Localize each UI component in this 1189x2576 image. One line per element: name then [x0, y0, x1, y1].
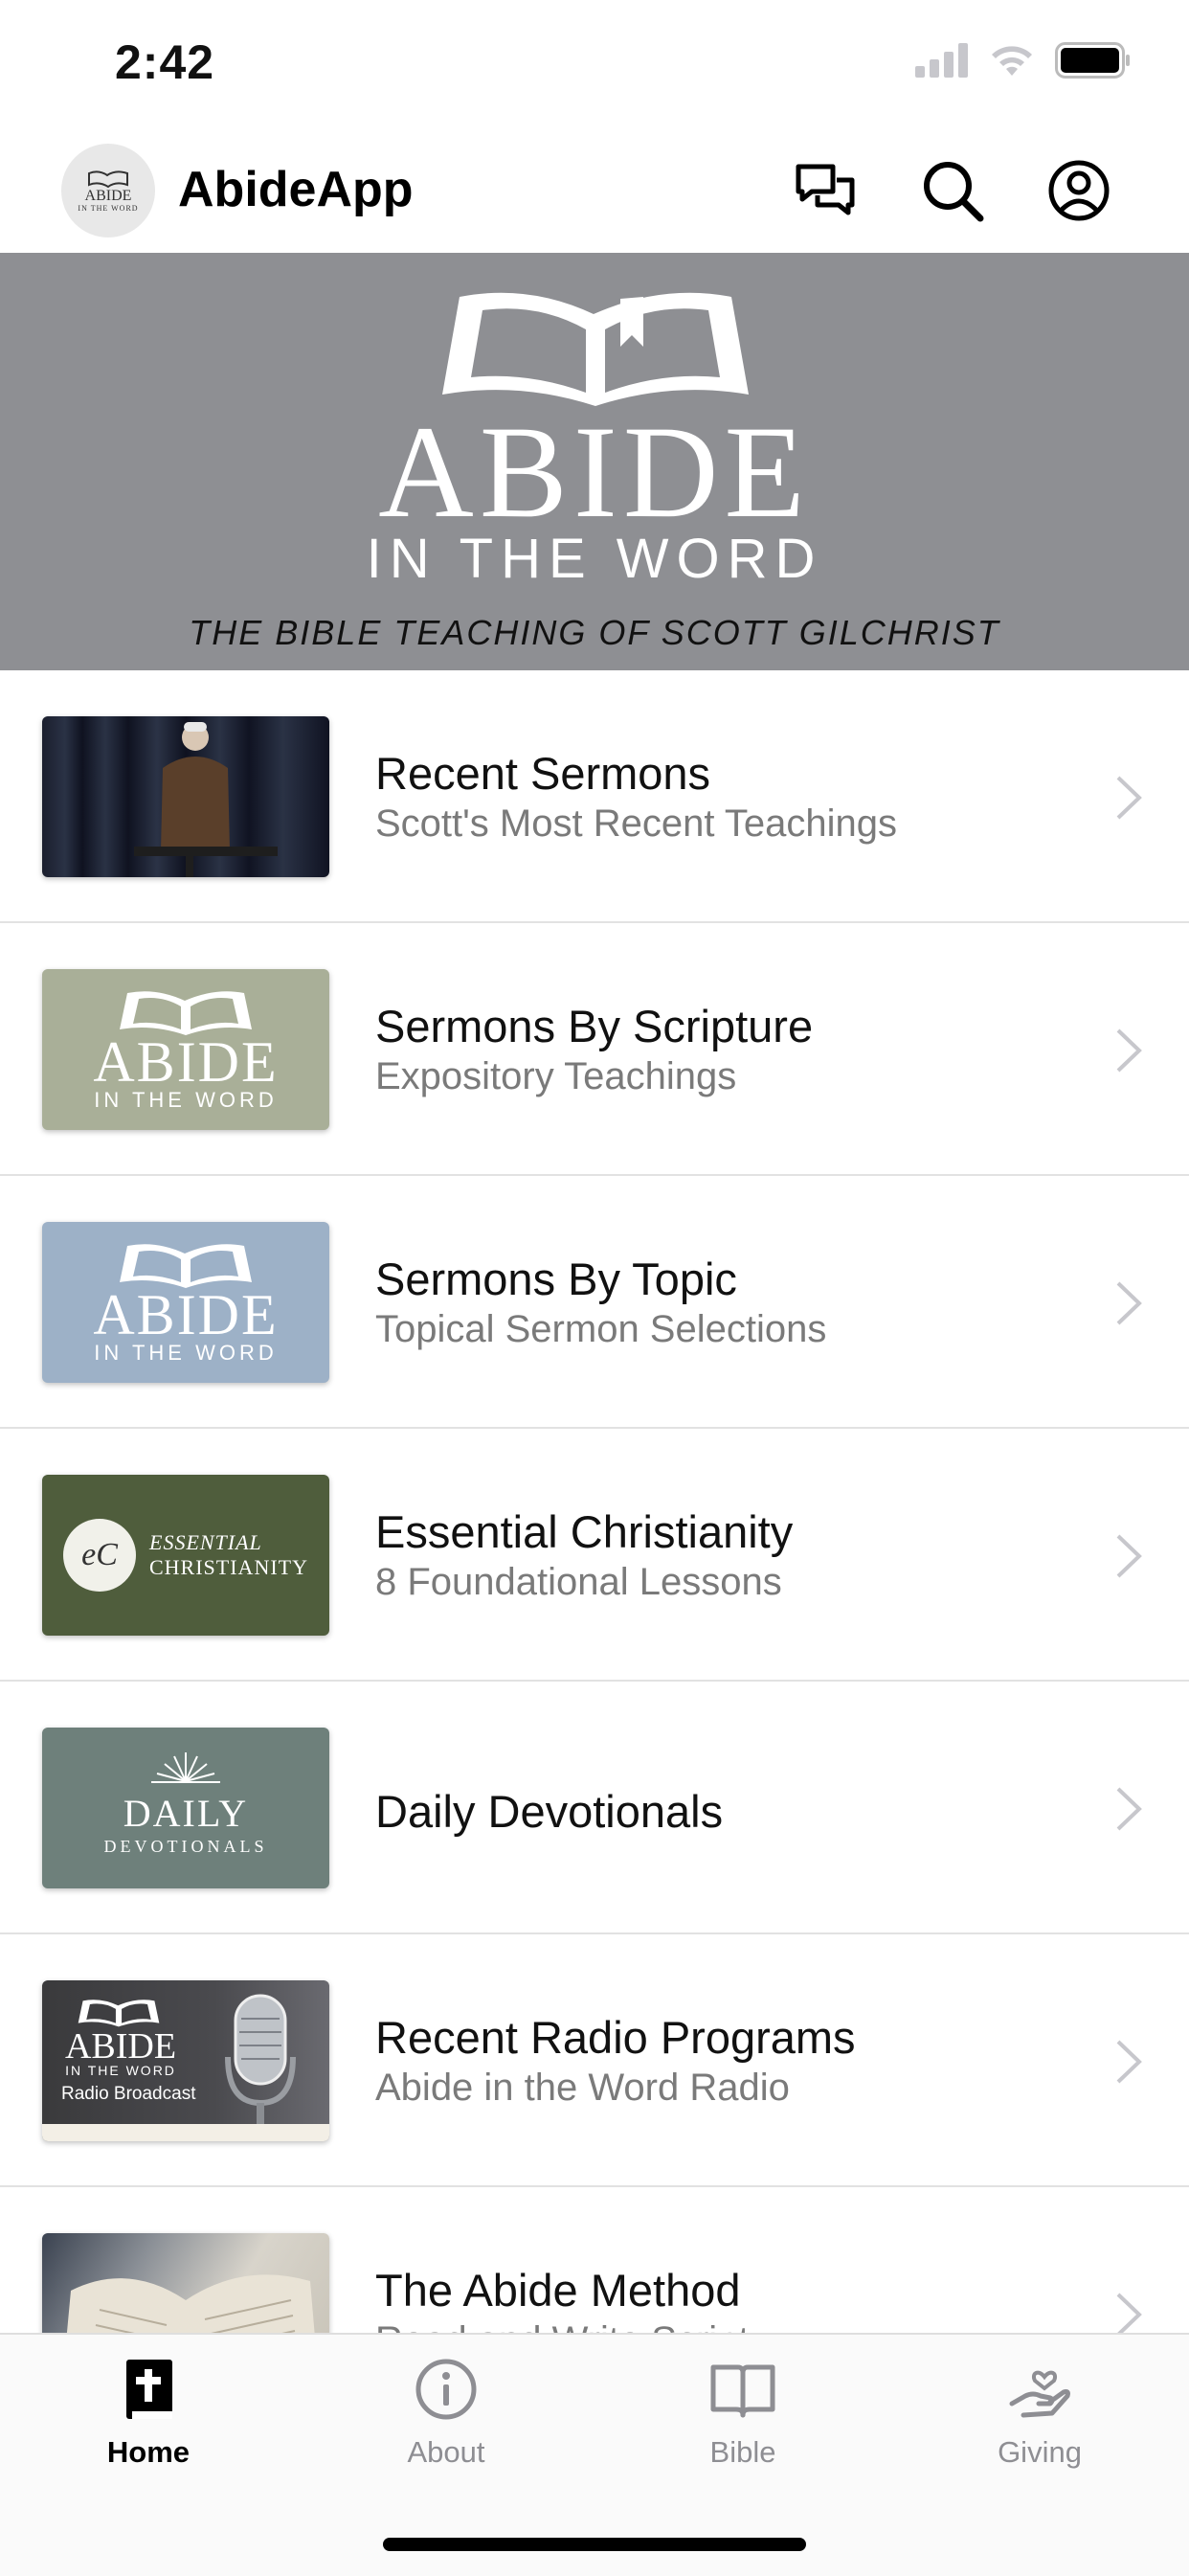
- chevron-right-icon: [1116, 1787, 1142, 1831]
- list-item-title: Daily Devotionals: [375, 1786, 724, 1837]
- chevron-right-icon: [1116, 1281, 1142, 1325]
- list-item-title: The Abide Method: [375, 2265, 741, 2316]
- list-item-sermons-by-scripture[interactable]: ABIDE IN THE WORD Sermons By Scripture E…: [0, 923, 1189, 1176]
- list-item-title: Recent Radio Programs: [375, 2012, 856, 2063]
- sermons-by-scripture-thumbnail: ABIDE IN THE WORD: [42, 969, 329, 1130]
- list-item-subtitle: Expository Teachings: [375, 1055, 737, 1097]
- sermons-by-topic-thumbnail: ABIDE IN THE WORD: [42, 1222, 329, 1383]
- status-icons: [915, 42, 1132, 79]
- list-item-daily-devotionals[interactable]: DAILY DEVOTIONALS Daily Devotionals: [0, 1682, 1189, 1934]
- open-book-icon: [710, 2364, 775, 2418]
- chevron-right-icon: [1116, 2293, 1142, 2337]
- chevron-right-icon: [1116, 776, 1142, 820]
- essential-christianity-thumbnail: eC ESSENTIAL CHRISTIANITY: [42, 1475, 329, 1636]
- list-item-title: Sermons By Topic: [375, 1254, 737, 1304]
- banner-tagline: THE BIBLE TEACHING OF SCOTT GILCHRIST: [189, 613, 1000, 652]
- hero-banner: ABIDE IN THE WORD THE BIBLE TEACHING OF …: [0, 253, 1189, 670]
- bible-cross-icon: [126, 2360, 172, 2419]
- list-item-subtitle: Scott's Most Recent Teachings: [375, 802, 897, 845]
- tab-bible[interactable]: Bible: [647, 2356, 839, 2470]
- sunburst-icon: [151, 1752, 220, 1783]
- chat-icon[interactable]: [793, 157, 860, 224]
- search-icon[interactable]: [919, 157, 986, 224]
- open-book-icon: [120, 991, 252, 1035]
- profile-icon[interactable]: [1045, 157, 1112, 224]
- preacher-photo-icon: [134, 722, 278, 877]
- chevron-right-icon: [1116, 2040, 1142, 2084]
- cellular-signal-icon: [915, 43, 968, 78]
- battery-icon: [1055, 42, 1130, 79]
- ec-badge: eC: [63, 1519, 136, 1592]
- app-title: AbideApp: [178, 162, 414, 217]
- tab-about[interactable]: About: [350, 2356, 542, 2470]
- list-item-essential-christianity[interactable]: eC ESSENTIAL CHRISTIANITY Essential Chri…: [0, 1429, 1189, 1682]
- home-indicator[interactable]: [383, 2538, 806, 2551]
- list-item-subtitle: 8 Foundational Lessons: [375, 1561, 782, 1603]
- banner-subtitle: IN THE WORD: [366, 528, 823, 590]
- list-item-subtitle: Topical Sermon Selections: [375, 1308, 827, 1350]
- tab-home[interactable]: Home: [53, 2356, 244, 2470]
- app-header: ABIDE IN THE WORD AbideApp: [0, 134, 1189, 253]
- tab-giving[interactable]: Giving: [944, 2356, 1135, 2470]
- app-logo: ABIDE IN THE WORD: [61, 144, 155, 237]
- banner-title: ABIDE: [378, 398, 811, 545]
- list-item-sermons-by-topic[interactable]: ABIDE IN THE WORD Sermons By Topic Topic…: [0, 1176, 1189, 1429]
- open-book-icon: [120, 1244, 252, 1288]
- open-book-icon: [78, 2000, 160, 2027]
- wifi-icon: [992, 46, 1032, 76]
- giving-hand-icon: [1009, 2370, 1070, 2418]
- microphone-icon: [225, 1994, 296, 2135]
- list-item-title: Sermons By Scripture: [375, 1001, 814, 1051]
- list-item-title: Recent Sermons: [375, 748, 711, 799]
- info-icon: [415, 2359, 477, 2420]
- open-book-logo-icon: [442, 292, 749, 406]
- chevron-right-icon: [1116, 1028, 1142, 1073]
- book-logo-icon: [88, 169, 128, 188]
- status-bar: 2:42: [0, 0, 1189, 134]
- status-time: 2:42: [115, 35, 215, 89]
- list-item-title: Essential Christianity: [375, 1506, 794, 1557]
- content-list: Recent Sermons Scott's Most Recent Teach…: [0, 670, 1189, 2440]
- daily-devotionals-thumbnail: DAILY DEVOTIONALS: [42, 1728, 329, 1888]
- list-item-recent-radio-programs[interactable]: ABIDE IN THE WORD Radio Broadcast Recent…: [0, 1934, 1189, 2187]
- list-item-subtitle: Abide in the Word Radio: [375, 2067, 790, 2109]
- recent-sermons-thumbnail: [42, 716, 329, 877]
- chevron-right-icon: [1116, 1534, 1142, 1578]
- list-item-recent-sermons[interactable]: Recent Sermons Scott's Most Recent Teach…: [0, 670, 1189, 923]
- radio-programs-thumbnail: ABIDE IN THE WORD Radio Broadcast: [42, 1980, 329, 2141]
